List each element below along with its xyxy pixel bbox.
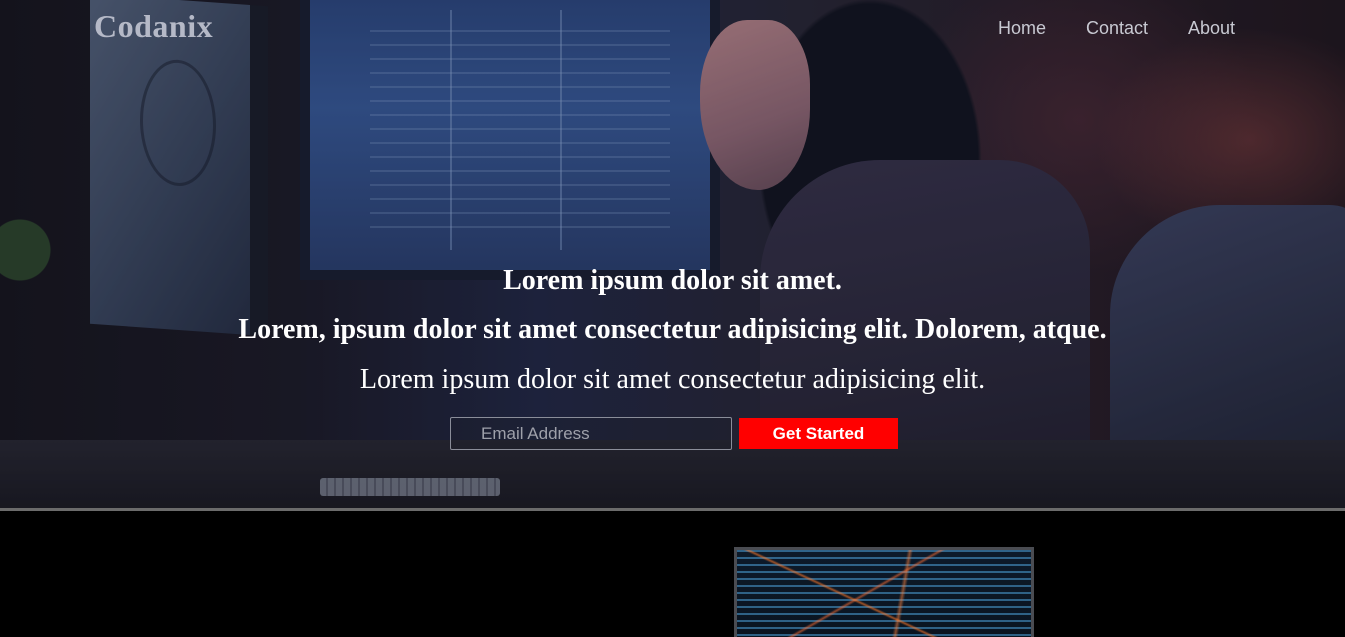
lower-section <box>0 511 1345 631</box>
nav-contact-link[interactable]: Contact <box>1086 18 1148 39</box>
email-input[interactable] <box>450 417 732 450</box>
hero-subheading: Lorem, ipsum dolor sit amet consectetur … <box>238 314 1107 345</box>
nav-about-link[interactable]: About <box>1188 18 1235 39</box>
nav-home-link[interactable]: Home <box>998 18 1046 39</box>
code-monitor-image <box>734 547 1034 637</box>
hero-text: Lorem ipsum dolor sit amet consectetur a… <box>359 364 986 395</box>
hero-section: Codanix Home Contact About Lorem ipsum d… <box>0 0 1345 508</box>
get-started-button[interactable]: Get Started <box>739 418 898 449</box>
hero-heading: Lorem ipsum dolor sit amet. <box>503 265 842 296</box>
brand-logo[interactable]: Codanix <box>94 8 213 45</box>
